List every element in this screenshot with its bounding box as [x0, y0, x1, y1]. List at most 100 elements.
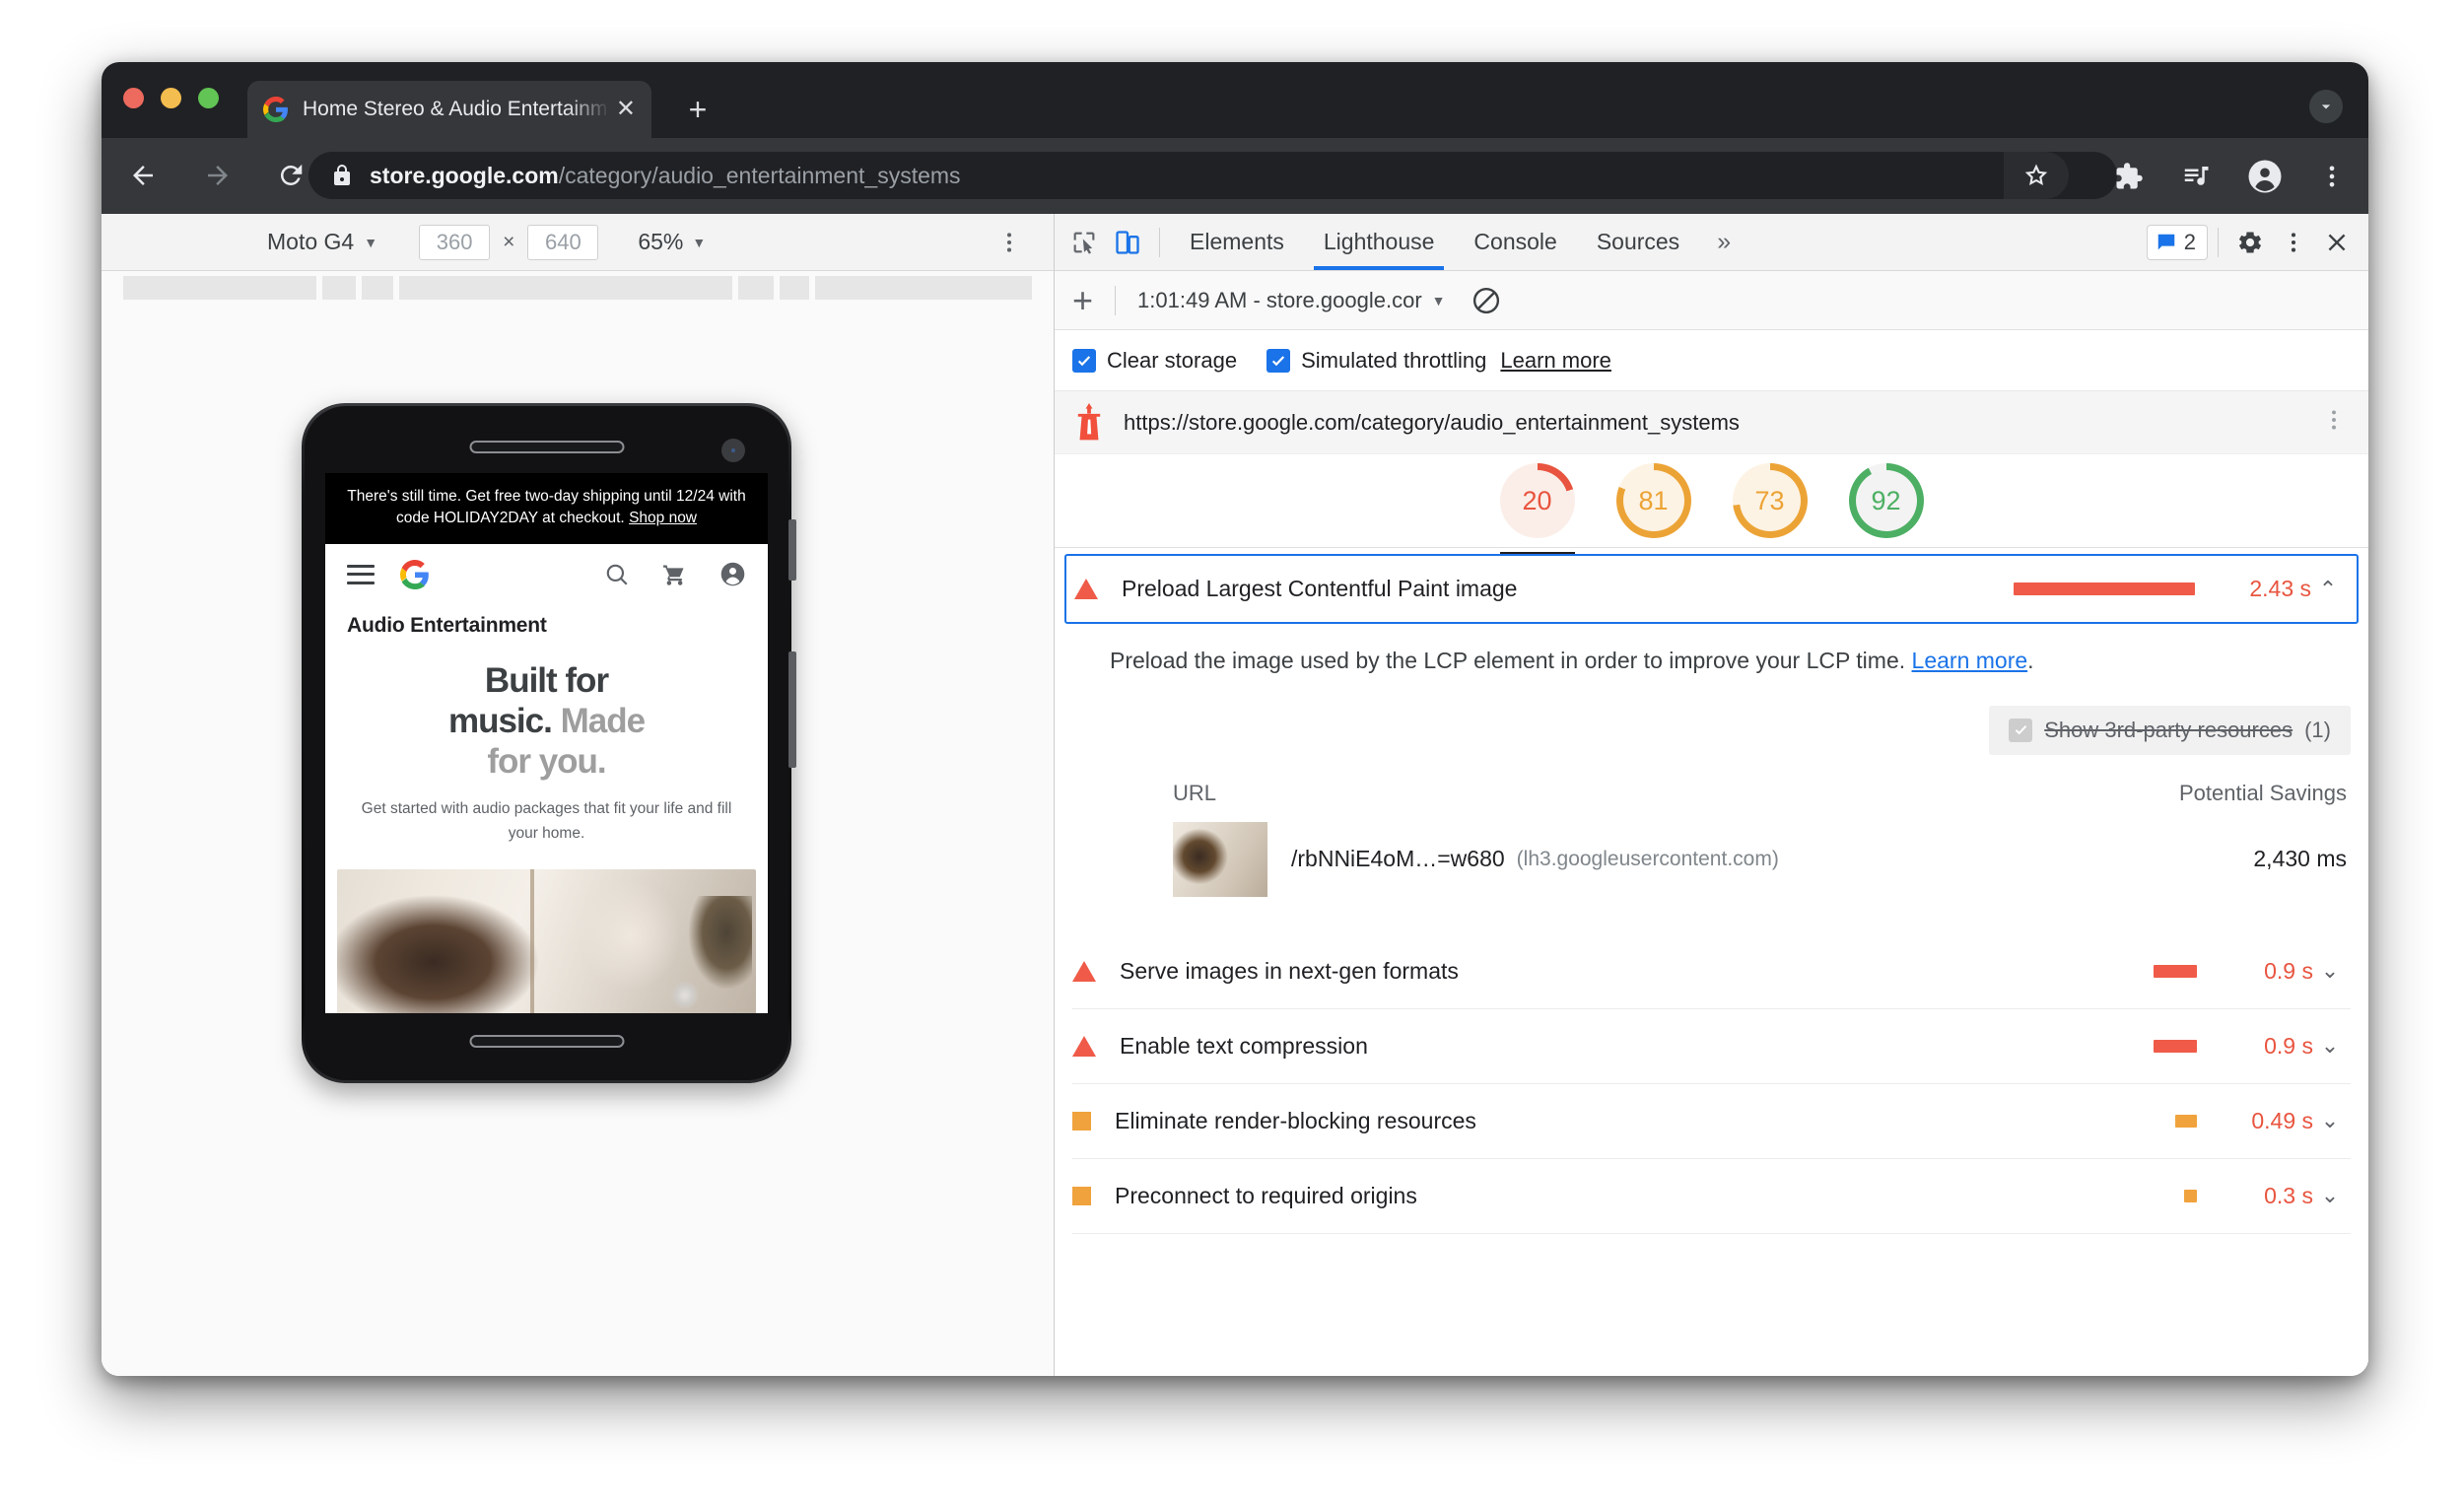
audit-title: Preload Largest Contentful Paint image [1122, 576, 1518, 601]
devtools-menu-icon[interactable] [2272, 221, 2315, 264]
tab-lighthouse[interactable]: Lighthouse [1304, 214, 1455, 270]
audit-savings: 0.3 s [2264, 1182, 2313, 1208]
zoom-selector[interactable]: 65% ▼ [638, 229, 706, 255]
chevron-down-icon: ▼ [364, 234, 378, 250]
tab-search-icon[interactable] [2309, 90, 2343, 123]
third-party-label: Show 3rd-party resources [2044, 717, 2293, 742]
audit-savings: 0.49 s [2251, 1107, 2313, 1133]
menu-icon[interactable] [347, 564, 375, 584]
simulated-throttling-label: Simulated throttling [1301, 347, 1487, 373]
audit-row[interactable]: Preconnect to required origins 0.3 s ⌄ [1055, 1159, 2368, 1233]
inspect-element-icon[interactable] [1062, 221, 1106, 264]
tab-elements[interactable]: Elements [1170, 214, 1304, 270]
resource-savings: 2,430 ms [2253, 846, 2347, 871]
resource-table-header: URL Potential Savings [1055, 755, 2368, 806]
new-tab-button[interactable]: + [681, 94, 715, 127]
audit-row-expanded[interactable]: Preload Largest Contentful Paint image 2… [1064, 554, 2359, 624]
hero-heading: Built for music. Made for you. [351, 661, 742, 783]
chevron-down-icon[interactable]: ⌄ [2313, 958, 2347, 984]
audit-row[interactable]: Enable text compression 0.9 s ⌄ [1055, 1009, 2368, 1083]
audit-description-period: . [2027, 648, 2034, 673]
browser-menu-icon[interactable] [2311, 156, 2353, 197]
message-count-badge[interactable]: 2 [2146, 224, 2208, 260]
audited-url-bar: https://store.google.com/category/audio_… [1055, 391, 2368, 454]
bookmark-star-icon[interactable] [2004, 152, 2069, 199]
clear-storage-checkbox[interactable] [1072, 348, 1096, 373]
audit-row[interactable]: Serve images in next-gen formats 0.9 s ⌄ [1055, 934, 2368, 1008]
audit-savings: 2.43 s [2249, 576, 2311, 601]
score-gauge[interactable]: 73 [1732, 463, 1808, 538]
device-selector[interactable]: Moto G4 ▼ [267, 229, 377, 255]
close-window-button[interactable] [123, 88, 144, 108]
back-button[interactable] [123, 156, 163, 195]
hero-line-3-grey: for you. [487, 741, 606, 781]
tab-sources[interactable]: Sources [1577, 214, 1699, 270]
device-toolbar-menu-icon[interactable] [992, 226, 1026, 259]
media-control-icon[interactable] [2175, 156, 2217, 197]
score-gauge[interactable]: 92 [1848, 463, 1924, 538]
audit-learn-more-link[interactable]: Learn more [1912, 648, 2028, 673]
table-row: /rbNNiE4oM…=w680 (lh3.googleusercontent.… [1055, 806, 2368, 897]
device-toolbar: Moto G4 ▼ 360 × 640 65% ▼ [102, 214, 1054, 271]
hero-line-2-dark: music. [447, 701, 553, 740]
browser-tab[interactable]: Home Stereo & Audio Entertainm ✕ [247, 81, 651, 138]
viewport-height-input[interactable]: 640 [527, 224, 599, 260]
window-controls[interactable] [123, 88, 219, 108]
viewport-width-input[interactable]: 360 [419, 224, 491, 260]
search-icon[interactable] [604, 562, 630, 587]
throttling-learn-more-link[interactable]: Learn more [1500, 348, 1611, 374]
toggle-device-toolbar-icon[interactable] [1106, 221, 1149, 264]
new-report-button[interactable]: + [1072, 282, 1093, 318]
phone-camera [721, 439, 745, 462]
chevron-down-icon[interactable]: ⌄ [2313, 1033, 2347, 1059]
content-area: Moto G4 ▼ 360 × 640 65% ▼ There's still … [102, 214, 2368, 1376]
close-tab-button[interactable]: ✕ [616, 98, 636, 121]
tab-console[interactable]: Console [1454, 214, 1576, 270]
warning-triangle-icon [1072, 960, 1096, 982]
address-bar[interactable]: store.google.com/category/audio_entertai… [308, 152, 2117, 199]
phone-volume-button [788, 519, 796, 581]
phone-earpiece [469, 441, 624, 453]
audit-row[interactable]: Eliminate render-blocking resources 0.49 … [1055, 1084, 2368, 1158]
score-gauge[interactable]: 20 [1499, 463, 1575, 556]
more-tabs-icon[interactable]: » [1699, 228, 1748, 256]
maximize-window-button[interactable] [198, 88, 219, 108]
extensions-icon[interactable] [2108, 156, 2150, 197]
avatar[interactable] [2244, 156, 2286, 197]
reload-button[interactable] [271, 156, 310, 195]
simulated-throttling-checkbox[interactable] [1266, 348, 1291, 373]
chevron-down-icon[interactable]: ⌄ [2313, 1108, 2347, 1133]
forward-button[interactable] [198, 156, 238, 195]
show-third-party-toggle[interactable]: Show 3rd-party resources (1) [1989, 705, 2351, 755]
resource-domain: (lh3.googleusercontent.com) [1516, 847, 1779, 870]
browser-toolbar: store.google.com/category/audio_entertai… [102, 138, 2368, 214]
clear-reports-icon[interactable] [1472, 286, 1501, 315]
close-devtools-icon[interactable] [2315, 221, 2359, 264]
chevron-down-icon[interactable]: ⌄ [2313, 1183, 2347, 1208]
google-logo [400, 559, 429, 589]
chevron-down-icon: ▼ [1431, 292, 1446, 308]
gear-icon[interactable] [2228, 221, 2272, 264]
chevron-up-icon[interactable]: ⌃ [2311, 577, 2345, 602]
resource-url: /rbNNiE4oM…=w680 [1291, 846, 1505, 871]
hero-image [337, 869, 756, 1013]
third-party-checkbox[interactable] [2009, 718, 2033, 742]
promo-link[interactable]: Shop now [629, 510, 697, 526]
report-menu-icon[interactable] [2321, 407, 2347, 438]
audit-list: Preload Largest Contentful Paint image 2… [1055, 548, 2368, 1234]
phone-bottom-speaker [469, 1035, 624, 1048]
audit-title: Eliminate render-blocking resources [1115, 1107, 1476, 1133]
devtools-tabbar: Elements Lighthouse Console Sources » 2 [1055, 214, 2368, 271]
message-count: 2 [2183, 229, 2196, 254]
score-gauge[interactable]: 81 [1615, 463, 1691, 538]
cart-icon[interactable] [661, 561, 688, 587]
report-selector[interactable]: 1:01:49 AM - store.google.cor ▼ [1137, 288, 1445, 313]
audited-url: https://store.google.com/category/audio_… [1124, 409, 1740, 435]
warning-square-icon [1072, 1186, 1091, 1205]
account-icon[interactable] [719, 561, 746, 587]
tab-strip: Home Stereo & Audio Entertainm ✕ + [102, 62, 2368, 138]
impact-bar [2014, 582, 2195, 595]
hero-line-2-grey: Made [560, 701, 646, 740]
minimize-window-button[interactable] [161, 88, 181, 108]
warning-triangle-icon [1074, 579, 1098, 599]
